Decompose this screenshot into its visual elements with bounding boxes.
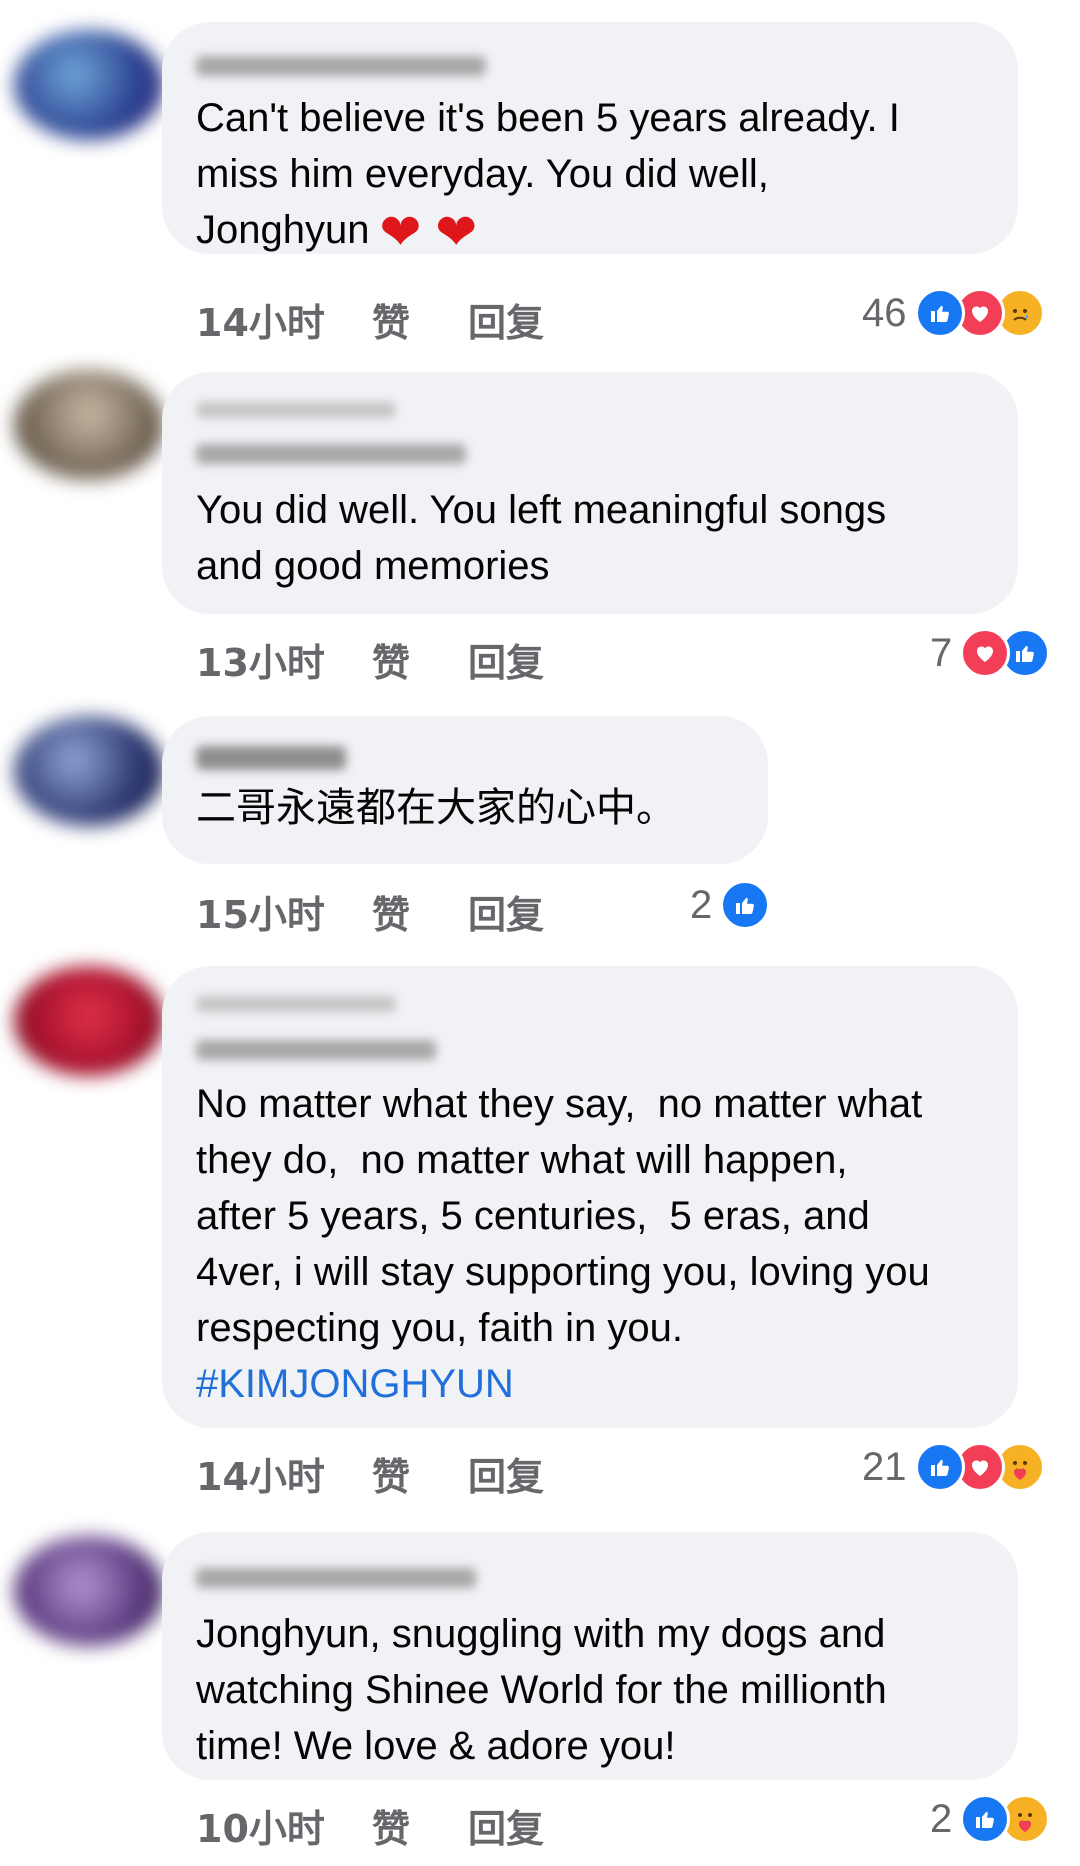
comment-bubble: Can't believe it's been 5 years already.… — [162, 22, 1018, 257]
reactions-summary[interactable]: 2 — [930, 1794, 1051, 1844]
like-link[interactable]: 赞 — [372, 632, 410, 687]
reaction-count: 2 — [690, 882, 713, 927]
author-name-redacted[interactable] — [196, 402, 396, 418]
comment-bubble: You did well. You left meaningful songs … — [162, 372, 1018, 614]
author-handle-redacted — [196, 444, 466, 464]
comment-time[interactable]: 13小时 — [196, 632, 325, 687]
comment-text: No matter what they say, no matter what … — [196, 1082, 930, 1406]
reply-link[interactable]: 回复 — [468, 884, 544, 939]
comment-text: You did well. You left meaningful songs … — [196, 488, 887, 588]
love-icon — [960, 628, 1011, 678]
comment-time[interactable]: 10小时 — [196, 1798, 325, 1853]
author-name-redacted[interactable] — [196, 56, 486, 76]
comment-bubble: 二哥永遠都在大家的心中。 — [162, 716, 768, 864]
like-link[interactable]: 赞 — [372, 1798, 410, 1853]
like-icon — [914, 1442, 965, 1492]
reactions-summary[interactable]: 46 — [862, 288, 1045, 338]
comment-time[interactable]: 14小时 — [196, 292, 325, 347]
reply-link[interactable]: 回复 — [468, 1446, 544, 1501]
reactions-summary[interactable]: 21 — [862, 1442, 1045, 1492]
comment-text: 二哥永遠都在大家的心中。 — [196, 786, 676, 830]
reactions-summary[interactable]: 2 — [690, 880, 771, 930]
like-icon — [914, 288, 965, 338]
avatar[interactable] — [14, 1536, 164, 1646]
author-name-redacted[interactable] — [196, 1568, 476, 1588]
heart-emoji: ❤ ❤ — [379, 204, 478, 260]
avatar[interactable] — [14, 966, 164, 1076]
author-name-redacted[interactable] — [196, 996, 396, 1012]
comment-text: Can't believe it's been 5 years already.… — [196, 96, 900, 260]
reaction-count: 7 — [930, 630, 953, 675]
comment-bubble: No matter what they say, no matter what … — [162, 966, 1018, 1428]
author-handle-redacted — [196, 1040, 436, 1060]
reaction-count: 46 — [862, 290, 907, 335]
like-link[interactable]: 赞 — [372, 292, 410, 347]
like-icon — [720, 880, 771, 930]
comment-bubble: Jonghyun, snuggling with my dogs and wat… — [162, 1532, 1018, 1780]
avatar[interactable] — [14, 370, 164, 480]
like-icon — [960, 1794, 1011, 1844]
author-name-redacted[interactable] — [196, 746, 346, 770]
reaction-count: 21 — [862, 1444, 907, 1489]
like-link[interactable]: 赞 — [372, 884, 410, 939]
avatar[interactable] — [14, 716, 164, 826]
reactions-summary[interactable]: 7 — [930, 628, 1051, 678]
reply-link[interactable]: 回复 — [468, 632, 544, 687]
comment-time[interactable]: 14小时 — [196, 1446, 325, 1501]
like-link[interactable]: 赞 — [372, 1446, 410, 1501]
reply-link[interactable]: 回复 — [468, 292, 544, 347]
comment-text: Jonghyun, snuggling with my dogs and wat… — [196, 1612, 887, 1768]
reaction-count: 2 — [930, 1796, 953, 1841]
comment-time[interactable]: 15小时 — [196, 884, 325, 939]
avatar[interactable] — [14, 30, 164, 140]
hashtag-link[interactable]: #KIMJONGHYUN — [196, 1362, 514, 1406]
reply-link[interactable]: 回复 — [468, 1798, 544, 1853]
